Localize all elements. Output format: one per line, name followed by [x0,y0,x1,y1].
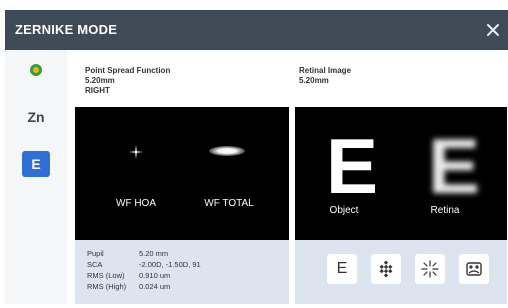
retinal-heading: Retinal Image [299,66,352,75]
info-row: SCA -2.00D, -1.50D, 91 [87,260,201,269]
retinal-label-object: Object [329,205,359,216]
info-key: Pupil [87,249,104,258]
sidebar-item-label: E [31,156,41,172]
retinal-pupil: 5.20mm [299,76,329,85]
checker-button[interactable] [371,254,401,284]
letter-e-button[interactable]: E [327,254,357,284]
info-key: RMS (Low) [87,271,125,280]
psf-label-total: WF TOTAL [204,198,254,209]
zernike-mode-dialog: ZERNIKE MODE Zn E Point Spread Function … [0,0,508,308]
retinal-image-panel: E E Object Retina [295,107,507,240]
title-bar: ZERNIKE MODE [5,10,508,50]
psf-heading: Point Spread Function [85,66,171,75]
info-value: 0.910 um [139,271,171,280]
starburst-button[interactable] [415,254,445,284]
psf-hoa-spot [129,145,143,159]
color-circle-icon [30,64,42,76]
info-value: 0.024 um [139,282,171,291]
info-value: -2.00D, -1.50D, 91 [139,260,201,269]
psf-total-spot [209,146,245,156]
close-icon [487,24,499,36]
info-value: 5.20 mm [139,249,169,258]
retinal-label-retina: Retina [430,205,460,216]
letter-e-icon: E [336,260,348,277]
info-row: RMS (High) 0.024 um [87,282,170,291]
info-row: Pupil 5.20 mm [87,249,168,258]
close-button[interactable] [478,10,508,50]
psf-pupil: 5.20mm [85,76,115,85]
target-selector: E [295,240,507,304]
retina-letter: E [428,122,481,210]
retinal-header: Retinal Image 5.20mm [299,66,351,86]
scene-image-icon [466,262,482,276]
psf-label-hoa: WF HOA [116,198,156,209]
psf-panel: WF HOA WF TOTAL [75,107,289,240]
info-key: RMS (High) [87,282,127,291]
info-row: RMS (Low) 0.910 um [87,271,170,280]
info-key: SCA [87,260,103,269]
psf-eye: RIGHT [85,86,110,95]
mode-sidebar: Zn E [5,50,67,304]
sidebar-item-zn[interactable]: Zn [22,104,50,130]
dialog-title: ZERNIKE MODE [15,22,118,37]
sidebar-item-e[interactable]: E [22,151,50,177]
psf-header: Point Spread Function 5.20mm RIGHT [85,66,170,96]
measurement-info: Pupil 5.20 mm SCA -2.00D, -1.50D, 91 RMS (… [75,240,289,304]
sidebar-item-color-mode[interactable] [22,57,50,83]
sidebar-item-label: Zn [27,109,45,125]
object-letter: E [326,122,379,210]
checker-diamond-icon [379,260,393,278]
content-area: Zn E Point Spread Function 5.20mm RIGHT … [5,50,508,304]
starburst-icon [421,260,439,278]
scene-button[interactable] [459,254,489,284]
